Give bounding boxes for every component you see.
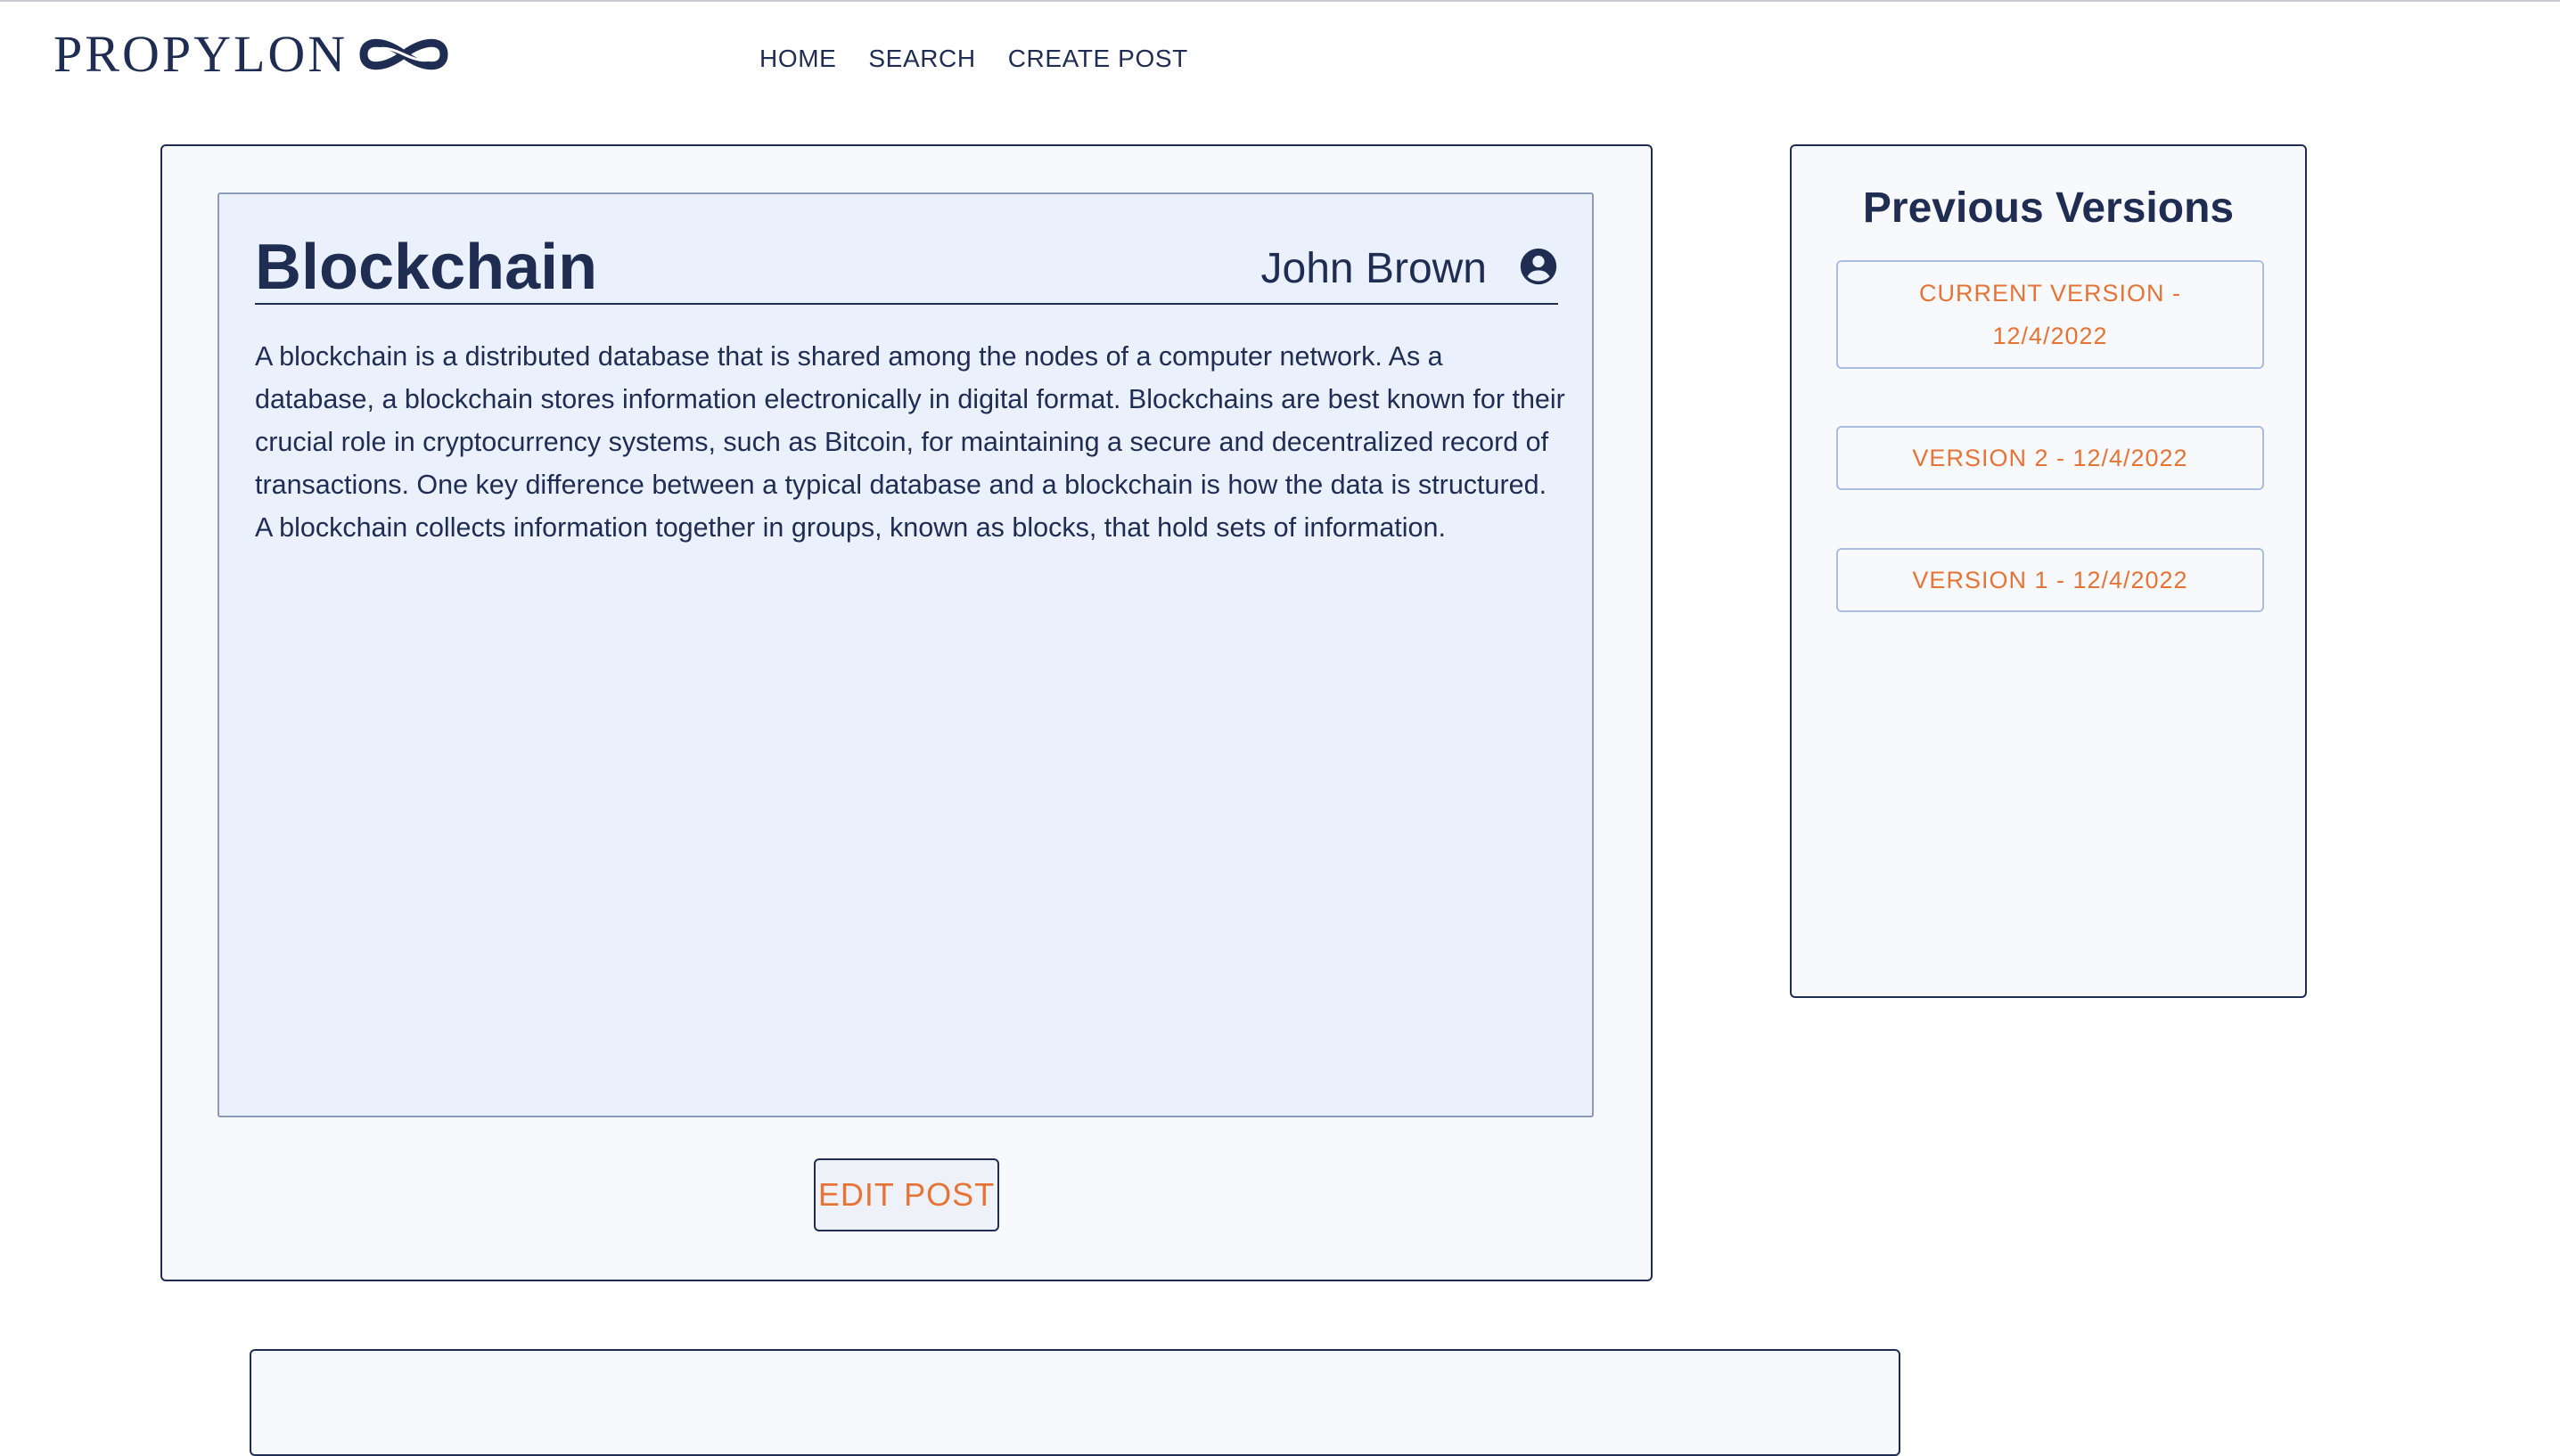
top-border [0, 0, 2560, 2]
account-circle-icon [1520, 248, 1557, 285]
post-header: Blockchain John Brown [255, 226, 1558, 305]
post-title: Blockchain [255, 232, 598, 303]
author-name: John Brown [1260, 245, 1487, 292]
current-version-button[interactable]: CURRENT VERSION - 12/4/2022 [1836, 260, 2264, 369]
nav-search[interactable]: SEARCH [868, 41, 975, 77]
edit-post-button[interactable]: EDIT POST [814, 1158, 999, 1231]
propylon-logo[interactable]: PROPYLON [53, 23, 451, 86]
post-card: Blockchain John Brown A blockchain is a … [160, 144, 1653, 1281]
post-body: A blockchain is a distributed database t… [255, 341, 1565, 543]
versions-title: Previous Versions [1862, 184, 2235, 232]
main-nav: HOME SEARCH CREATE POST [759, 41, 1188, 77]
author-info: John Brown [1261, 244, 1558, 294]
infinity-knot-icon [359, 38, 448, 70]
nav-home[interactable]: HOME [759, 41, 836, 77]
post-content-panel: Blockchain John Brown A blockchain is a … [217, 192, 1594, 1117]
comments-card [250, 1349, 1900, 1456]
version-1-button[interactable]: VERSION 1 - 12/4/2022 [1836, 548, 2264, 612]
version-2-button[interactable]: VERSION 2 - 12/4/2022 [1836, 426, 2264, 490]
nav-create-post[interactable]: CREATE POST [1008, 41, 1188, 77]
logo-text: PROPYLON [53, 25, 349, 83]
previous-versions-panel: Previous Versions CURRENT VERSION - 12/4… [1790, 144, 2307, 998]
